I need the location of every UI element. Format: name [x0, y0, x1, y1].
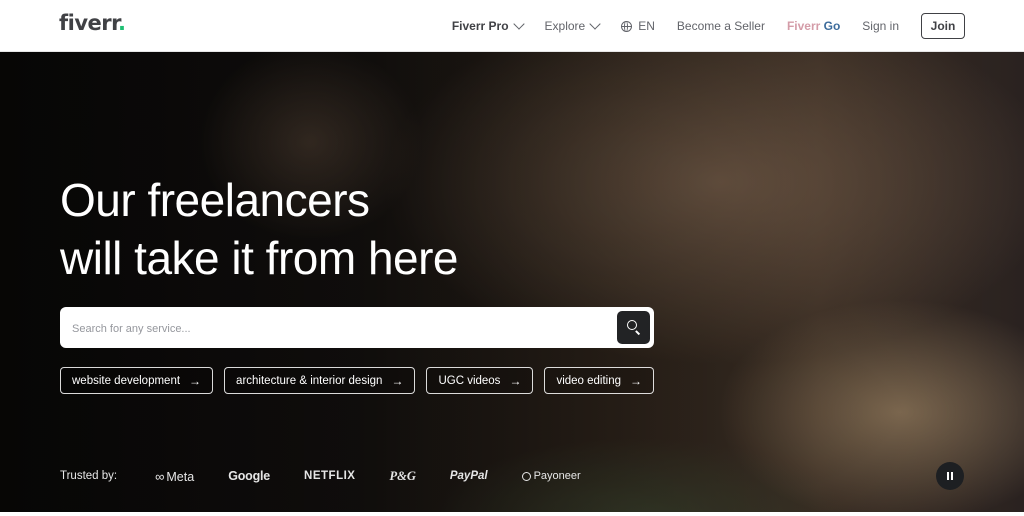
pause-icon-bar	[951, 472, 954, 480]
nav-fiverr-go[interactable]: Fiverr Go	[787, 19, 840, 33]
google-logo: Google	[228, 469, 271, 483]
chip-ugc-videos[interactable]: UGC videos →	[426, 367, 534, 394]
main-nav: Fiverr Pro Explore EN Become a Seller Fi…	[430, 0, 965, 52]
logo-text: fiverr	[59, 11, 119, 35]
paypal-logo: PayPal	[449, 470, 488, 482]
nav-fiverr-pro-label: Fiverr Pro	[451, 19, 509, 33]
nav-become-seller[interactable]: Become a Seller	[677, 19, 765, 33]
join-button-label: Join	[930, 19, 956, 33]
chip-video-editing[interactable]: video editing →	[544, 367, 655, 394]
video-pause-button[interactable]	[936, 462, 964, 490]
fiverr-go-label-part1: Fiverr	[786, 19, 821, 33]
meta-infinity-icon: ∞	[155, 468, 165, 484]
nav-fiverr-pro[interactable]: Fiverr Pro	[451, 18, 525, 33]
hero-headline-line1: Our freelancers	[60, 174, 370, 226]
trusted-by-label: Trusted by:	[60, 470, 118, 482]
payoneer-logo-text: Payoneer	[533, 470, 581, 482]
popular-searches: website development → architecture & int…	[60, 367, 665, 394]
search-icon	[627, 320, 637, 330]
pg-logo: P&G	[389, 468, 416, 483]
payoneer-logo: Payoneer	[521, 470, 581, 482]
nav-explore[interactable]: Explore	[544, 18, 601, 33]
nav-language[interactable]: EN	[621, 19, 655, 33]
hero-bottom-edge	[0, 512, 1024, 516]
logo-dot: .	[118, 11, 126, 35]
chip-website-development[interactable]: website development →	[60, 367, 214, 394]
arrow-right-icon: →	[391, 373, 404, 388]
netflix-logo: NETFLIX	[304, 470, 356, 482]
payoneer-ring-icon	[521, 471, 531, 481]
fiverr-go-label-part2: Go	[820, 19, 841, 33]
chip-architecture-interior-design[interactable]: architecture & interior design →	[224, 367, 416, 394]
arrow-right-icon: →	[189, 373, 202, 388]
hero-headline-line2: will take it from here	[60, 232, 459, 284]
meta-logo: ∞ Meta	[155, 469, 194, 484]
trusted-by-bar: Trusted by: ∞ Meta Google NETFLIX P&G Pay…	[60, 462, 615, 490]
search-input[interactable]	[70, 307, 614, 350]
chip-label: UGC videos	[438, 374, 501, 387]
search-button[interactable]	[617, 311, 650, 344]
arrow-right-icon: →	[630, 373, 643, 388]
pause-icon	[946, 472, 949, 480]
chevron-down-icon	[589, 18, 601, 30]
arrow-right-icon: →	[509, 373, 522, 388]
chevron-down-icon	[512, 18, 525, 30]
chip-label: video editing	[556, 374, 622, 387]
globe-icon	[621, 20, 633, 32]
nav-become-seller-label: Become a Seller	[676, 19, 765, 33]
nav-language-label: EN	[638, 19, 655, 33]
nav-sign-in[interactable]: Sign in	[862, 19, 899, 33]
top-header: fiverr. Fiverr Pro Explore EN Become a S…	[0, 0, 1024, 52]
nav-sign-in-label: Sign in	[862, 19, 899, 33]
search-icon-handle	[635, 330, 641, 335]
hero-headline: Our freelancers will take it from here	[60, 171, 459, 287]
fiverr-logo[interactable]: fiverr.	[59, 11, 126, 35]
nav-explore-label: Explore	[544, 19, 586, 33]
meta-logo-text: Meta	[166, 469, 195, 484]
search-bar	[60, 307, 654, 350]
chip-label: website development	[72, 374, 181, 387]
chip-label: architecture & interior design	[236, 374, 383, 387]
join-button[interactable]: Join	[921, 13, 965, 39]
